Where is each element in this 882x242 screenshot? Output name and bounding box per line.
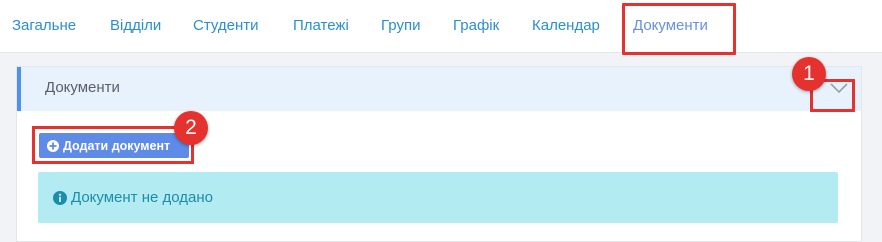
- panel-title: Документи: [45, 79, 120, 96]
- tab-departments[interactable]: Відділи: [110, 16, 161, 36]
- step-badge-1: 1: [792, 57, 826, 91]
- tab-students[interactable]: Студенти: [193, 16, 259, 36]
- tab-bar: Загальне Відділи Студенти Платежі Групи …: [0, 0, 882, 53]
- empty-documents-alert: Документ не додано: [38, 172, 838, 223]
- tab-general[interactable]: Загальне: [12, 16, 76, 36]
- tab-schedule[interactable]: Графік: [453, 16, 499, 36]
- add-button-highlight: [32, 126, 194, 164]
- info-circle-icon: [53, 190, 67, 205]
- step-badge-2: 2: [174, 111, 208, 145]
- empty-documents-message: Документ не додано: [71, 189, 213, 206]
- documents-tab-highlight: [622, 3, 736, 55]
- tab-calendar[interactable]: Календар: [532, 16, 600, 36]
- panel-header[interactable]: Документи: [17, 67, 861, 111]
- tab-groups[interactable]: Групи: [381, 16, 420, 36]
- tab-payments[interactable]: Платежі: [293, 16, 349, 36]
